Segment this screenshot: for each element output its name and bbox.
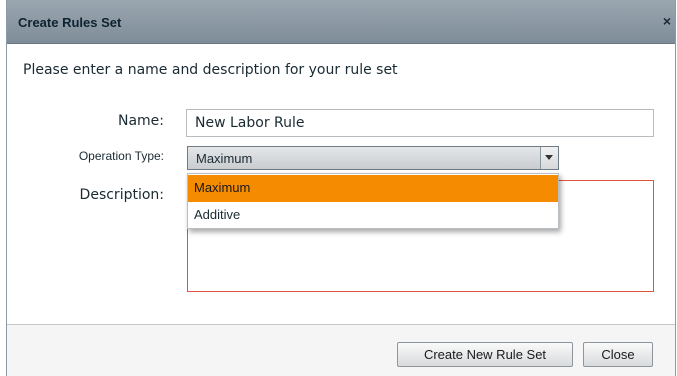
name-input[interactable] (186, 109, 654, 137)
chevron-down-icon[interactable] (540, 147, 558, 169)
create-new-rule-set-button[interactable]: Create New Rule Set (397, 342, 573, 367)
name-label: Name: (117, 113, 164, 129)
option-additive[interactable]: Additive (188, 202, 558, 229)
option-maximum[interactable]: Maximum (188, 175, 558, 202)
operation-type-dropdown-list: Maximum Additive (187, 173, 559, 229)
close-button[interactable]: Close (583, 342, 653, 367)
dialog-titlebar: Create Rules Set × (7, 0, 675, 44)
operation-type-label: Operation Type: (78, 149, 164, 163)
operation-type-select[interactable]: Maximum (187, 146, 559, 170)
description-label: Description: (79, 187, 164, 203)
dialog-footer: Create New Rule Set Close (7, 324, 675, 376)
operation-type-value: Maximum (196, 151, 253, 166)
close-icon[interactable]: × (663, 13, 671, 29)
intro-text: Please enter a name and description for … (23, 62, 398, 78)
dialog-title: Create Rules Set (18, 15, 122, 30)
create-rules-set-dialog: Create Rules Set × Please enter a name a… (6, 0, 676, 376)
